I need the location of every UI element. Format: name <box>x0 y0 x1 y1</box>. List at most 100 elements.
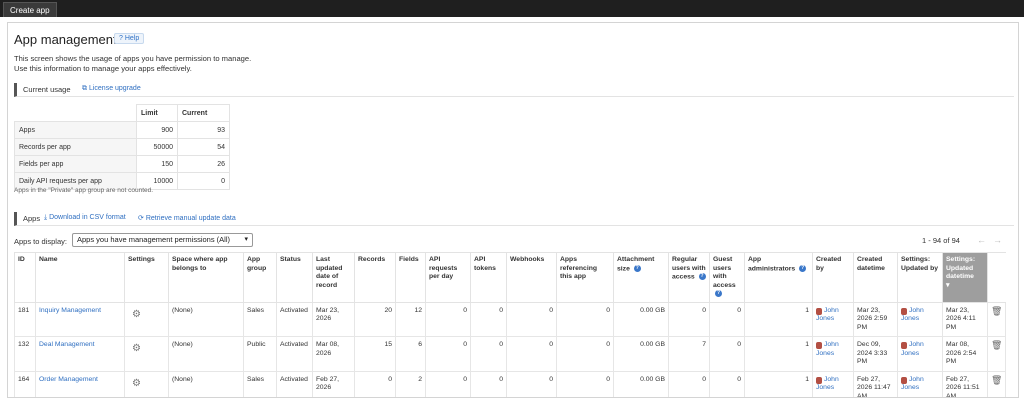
cell-api-tokens: 0 <box>470 370 507 397</box>
retrieve-update-link[interactable]: ⟳ Retrieve manual update data <box>138 214 236 222</box>
cell-created-by: John Jones <box>812 336 854 372</box>
gear-icon[interactable]: ⚙ <box>132 344 141 354</box>
cell-updated-datetime: Mar 23, 2026 4:11 PM <box>942 301 988 338</box>
avatar <box>816 342 822 350</box>
usage-limit: 150 <box>136 155 178 173</box>
help-icon[interactable]: ? <box>715 290 722 297</box>
cell-id: 164 <box>14 370 36 397</box>
gear-icon[interactable]: ⚙ <box>132 310 141 320</box>
cell-created-datetime: Feb 27, 2026 11:47 AM <box>853 370 898 397</box>
col-header-fields[interactable]: Fields <box>395 252 426 303</box>
gear-icon[interactable]: ⚙ <box>132 379 141 389</box>
col-header-api-requests[interactable]: API requests per day <box>425 252 471 303</box>
col-header-regular-users[interactable]: Regular users with access ? <box>668 252 710 303</box>
download-csv-link[interactable]: ⤓ Download in CSV format <box>44 214 126 222</box>
apps-to-display-label: Apps to display: <box>14 237 67 246</box>
col-header-updated-by[interactable]: Settings: Updated by <box>897 252 943 303</box>
app-name-link[interactable]: Deal Management <box>39 341 95 348</box>
prev-page-icon[interactable]: ← <box>977 235 986 245</box>
usage-name: Apps <box>14 121 137 139</box>
cell-api-tokens: 0 <box>470 336 507 372</box>
cell-regular-users: 7 <box>668 336 710 372</box>
col-header-created-datetime[interactable]: Created datetime <box>853 252 898 303</box>
cell-updated-datetime: Feb 27, 2026 11:51 AM <box>942 370 988 397</box>
cell-name: Deal Management <box>35 336 125 372</box>
cell-status: Activated <box>276 336 313 372</box>
cell-updated-by: John Jones <box>897 336 943 372</box>
help-icon[interactable]: ? <box>698 273 706 280</box>
cell-regular-users: 0 <box>668 370 710 397</box>
trash-icon[interactable]: 🗑 <box>991 375 1002 385</box>
cell-last-updated: Mar 08, 2026 <box>312 336 355 372</box>
usage-name: Records per app <box>14 138 137 156</box>
col-header-last-updated[interactable]: Last updated date of record <box>312 252 355 303</box>
help-button[interactable]: ? Help <box>114 33 145 44</box>
usage-current: 54 <box>177 138 230 156</box>
col-header-app-admins[interactable]: App administrators ? <box>744 252 813 303</box>
cell-app-admins: 1 <box>744 301 813 338</box>
app-name-link[interactable]: Inquiry Management <box>39 307 101 314</box>
help-icon[interactable]: ? <box>799 264 807 272</box>
col-header-space[interactable]: Space where app belongs to <box>168 252 244 303</box>
col-header-records[interactable]: Records <box>354 252 396 303</box>
cell-referencing: 0 <box>556 370 614 397</box>
apps-section: Apps ⤓ Download in CSV format ⟳ Retrieve… <box>14 212 1014 226</box>
cell-space: (None) <box>168 370 244 397</box>
usage-note: Apps in the "Private" app group are not … <box>14 187 154 194</box>
col-header-created-by[interactable]: Created by <box>812 252 854 303</box>
cell-app-admins: 1 <box>744 370 813 397</box>
col-header-id[interactable]: ID <box>14 252 36 303</box>
trash-icon[interactable]: 🗑 <box>991 340 1002 350</box>
sort-desc-icon: ▾ <box>946 281 950 289</box>
cell-last-updated: Feb 27, 2026 <box>312 370 355 397</box>
avatar <box>901 376 907 384</box>
usage-row: Fields per app 150 26 <box>14 155 230 173</box>
cell-attachment: 0.00 GB <box>613 301 669 338</box>
table-row: 181 Inquiry Management ⚙ (None) Sales Ac… <box>14 301 1007 338</box>
col-header-webhooks[interactable]: Webhooks <box>506 252 557 303</box>
help-label: Help <box>124 35 140 42</box>
cell-api-tokens: 0 <box>470 301 507 338</box>
cell-webhooks: 0 <box>506 370 557 397</box>
col-header-api-tokens[interactable]: API tokens <box>470 252 507 303</box>
create-app-tab[interactable]: Create app <box>3 2 57 17</box>
trash-icon[interactable]: 🗑 <box>991 306 1002 316</box>
col-header-attachment[interactable]: Attachment size ? <box>613 252 669 303</box>
page-title: App management <box>14 32 117 47</box>
cell-attachment: 0.00 GB <box>613 336 669 372</box>
cell-api-requests: 0 <box>425 336 471 372</box>
col-header-status[interactable]: Status <box>276 252 313 303</box>
col-header-settings: Settings <box>124 252 169 303</box>
next-page-icon[interactable]: → <box>993 235 1002 245</box>
cell-name: Inquiry Management <box>35 301 125 338</box>
cell-created-by: John Jones <box>812 301 854 338</box>
cell-regular-users: 0 <box>668 301 710 338</box>
usage-current: 93 <box>177 121 230 139</box>
cell-status: Activated <box>276 370 313 397</box>
cell-group: Sales <box>243 370 277 397</box>
col-header-guest-users[interactable]: Guest users with access ? <box>709 252 745 303</box>
col-header-app-group[interactable]: App group <box>243 252 277 303</box>
apps-display-value: Apps you have management permissions (Al… <box>77 235 230 244</box>
apps-display-select[interactable]: Apps you have management permissions (Al… <box>72 233 253 247</box>
cell-app-admins: 1 <box>744 336 813 372</box>
guest-header-label: Guest users with access <box>713 256 736 289</box>
cell-name: Order Management <box>35 370 125 397</box>
usage-header-blank <box>14 104 137 122</box>
col-header-updated-datetime[interactable]: Settings: Updated datetime ▾ <box>942 252 988 303</box>
retrieve-update-label: Retrieve manual update data <box>145 215 236 222</box>
license-upgrade-link[interactable]: ⧉ License upgrade <box>82 85 141 93</box>
download-csv-label: Download in CSV format <box>49 214 126 221</box>
col-header-referencing[interactable]: Apps referencing this app <box>556 252 614 303</box>
cell-delete: 🗑 <box>986 336 1007 372</box>
help-icon[interactable]: ? <box>633 264 641 272</box>
avatar <box>901 342 907 350</box>
chevron-down-icon: ▾ <box>244 236 248 243</box>
pager-count: 1 - 94 of 94 <box>922 236 960 245</box>
apps-table: ID Name Settings Space where app belongs… <box>14 252 1007 397</box>
app-name-link[interactable]: Order Management <box>39 376 98 383</box>
col-header-name[interactable]: Name <box>35 252 125 303</box>
usage-limit: 900 <box>136 121 178 139</box>
cell-api-requests: 0 <box>425 370 471 397</box>
license-upgrade-label: License upgrade <box>88 85 141 92</box>
